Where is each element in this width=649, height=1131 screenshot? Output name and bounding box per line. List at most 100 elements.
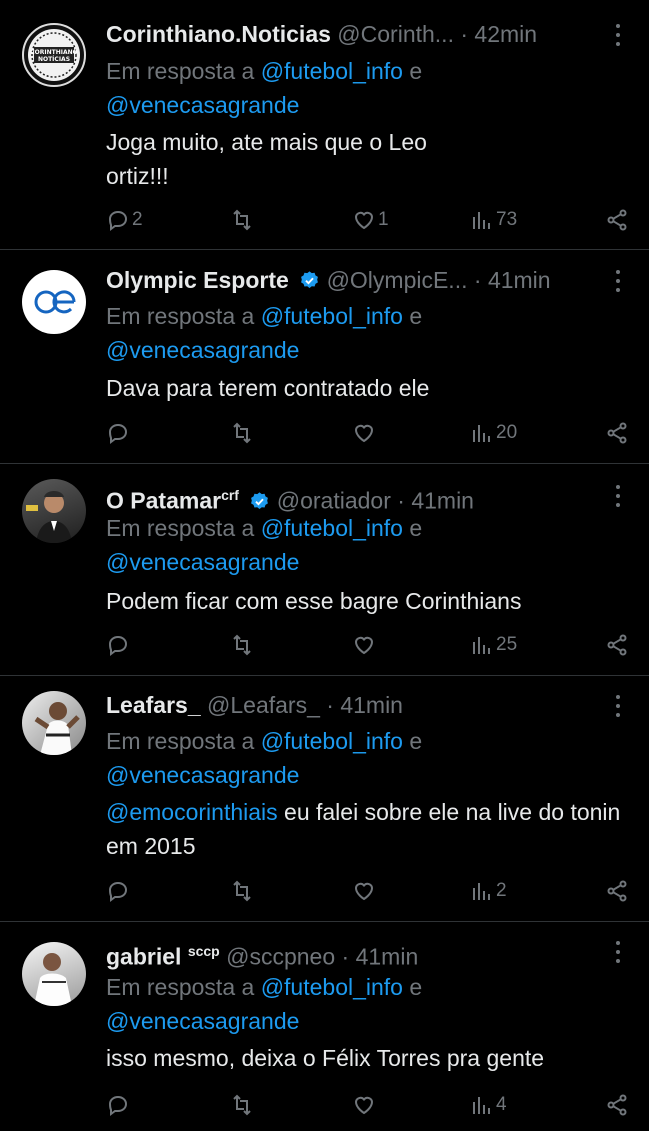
views-button[interactable]: 2 [470, 876, 507, 906]
retweet-button[interactable] [230, 876, 256, 906]
tweet-actions: 2 1 73 [106, 205, 629, 235]
retweet-icon [233, 422, 251, 444]
mention-link[interactable]: @venecasagrande [106, 337, 299, 363]
views-button[interactable]: 25 [470, 630, 517, 660]
views-button[interactable]: 73 [470, 205, 517, 235]
separator-dot: · [341, 943, 350, 970]
share-button[interactable] [605, 418, 629, 448]
timestamp[interactable]: 41min [356, 944, 419, 970]
mention-link[interactable]: @futebol_info [261, 515, 403, 541]
user-handle[interactable]: @Leafars_ [207, 692, 320, 718]
timestamp[interactable]: 41min [488, 267, 551, 293]
tweet-header: Leafars_ @Leafars_ · 41min [106, 690, 609, 720]
views-icon [473, 1097, 490, 1114]
tweet-item[interactable]: Olympic Esporte @OlympicE... · 41min Em … [0, 250, 649, 464]
retweet-button[interactable] [230, 1090, 256, 1120]
separator-dot: · [460, 21, 469, 47]
more-options-icon[interactable] [609, 265, 627, 295]
display-name[interactable]: O Patamar [106, 488, 221, 514]
reply-conjunction: e [409, 58, 423, 84]
user-handle[interactable]: @Corinth... [337, 21, 454, 47]
like-count: 1 [378, 209, 389, 230]
more-options-icon[interactable] [609, 480, 627, 510]
avatar[interactable] [22, 691, 86, 755]
avatar[interactable] [22, 479, 86, 543]
tweet-actions: 20 [106, 418, 629, 448]
avatar[interactable] [22, 270, 86, 334]
heart-icon [354, 424, 374, 443]
mention-link[interactable]: @futebol_info [261, 728, 403, 754]
user-handle[interactable]: @oratiador [277, 488, 391, 514]
display-name[interactable]: Corinthiano.Noticias [106, 21, 331, 47]
views-count: 25 [496, 634, 518, 655]
like-button[interactable] [352, 876, 378, 906]
reply-context: Em resposta a @futebol_info e @venecasag… [106, 970, 629, 1038]
display-name[interactable]: gabriel [106, 944, 181, 970]
mention-link[interactable]: @venecasagrande [106, 549, 299, 575]
mention-link[interactable]: @futebol_info [261, 974, 403, 1000]
more-options-icon[interactable] [609, 936, 627, 966]
views-count: 2 [496, 880, 507, 901]
reply-icon [108, 881, 128, 902]
tweet-item[interactable]: gabriel sccp @sccpneo · 41min Em respost… [0, 922, 649, 1131]
tweet-item[interactable]: O Patamarcrf @oratiador · 41min Em respo… [0, 464, 649, 676]
mention-link[interactable]: @futebol_info [261, 58, 403, 84]
mention-link[interactable]: @venecasagrande [106, 762, 299, 788]
reply-prefix: Em resposta a [106, 303, 255, 329]
reply-button[interactable] [106, 876, 132, 906]
reply-button[interactable] [106, 630, 132, 660]
tweet-actions: 4 [106, 1090, 629, 1120]
retweet-icon [233, 880, 251, 902]
avatar[interactable] [22, 942, 86, 1006]
avatar[interactable]: CORINTHIANO NOTÍCIAS [22, 23, 86, 87]
mention-link[interactable]: @futebol_info [261, 303, 403, 329]
retweet-icon [233, 209, 251, 231]
avatar-logo-text: NOTÍCIAS [38, 55, 70, 63]
share-button[interactable] [605, 205, 629, 235]
share-button[interactable] [605, 876, 629, 906]
share-icon [607, 880, 627, 902]
share-button[interactable] [605, 630, 629, 660]
views-button[interactable]: 20 [470, 418, 517, 448]
like-button[interactable] [352, 630, 378, 660]
mention-link[interactable]: @emocorinthiais [106, 799, 278, 825]
reply-icon [108, 210, 128, 231]
mention-link[interactable]: @venecasagrande [106, 92, 299, 118]
views-button[interactable]: 4 [470, 1090, 507, 1120]
timestamp[interactable]: 41min [411, 488, 474, 514]
reply-icon [108, 1095, 128, 1116]
retweet-button[interactable] [230, 418, 256, 448]
user-handle[interactable]: @sccpneo [226, 944, 335, 970]
tweet-item[interactable]: Leafars_ @Leafars_ · 41min Em resposta a… [0, 676, 649, 922]
tweet-text: Joga muito, ate mais que o Leo ortiz!!! [106, 129, 427, 189]
timestamp[interactable]: 41min [340, 692, 403, 718]
reply-button[interactable] [106, 418, 132, 448]
like-button[interactable] [352, 418, 378, 448]
timestamp[interactable]: 42min [474, 21, 537, 47]
reply-conjunction: e [409, 515, 423, 541]
verified-badge-icon [251, 491, 269, 509]
more-options-icon[interactable] [609, 690, 627, 720]
like-button[interactable]: 1 [352, 205, 389, 235]
like-button[interactable] [352, 1090, 378, 1120]
reply-button[interactable]: 2 [106, 205, 143, 235]
user-photo-icon [34, 953, 72, 1006]
heart-icon [354, 211, 374, 230]
retweet-button[interactable] [230, 205, 256, 235]
separator-dot: · [326, 692, 334, 718]
share-button[interactable] [605, 1090, 629, 1120]
reply-button[interactable] [106, 1090, 132, 1120]
mention-link[interactable]: @venecasagrande [106, 1008, 299, 1034]
tweet-actions: 25 [106, 630, 629, 660]
olympic-esporte-logo-icon [34, 290, 76, 314]
reply-context: Em resposta a @futebol_info e @venecasag… [106, 54, 629, 122]
share-icon [607, 1094, 627, 1116]
retweet-button[interactable] [230, 630, 256, 660]
tweet-item[interactable]: CORINTHIANO NOTÍCIAS Corinthiano.Noticia… [0, 0, 649, 250]
tweet-header: gabriel sccp @sccpneo · 41min [106, 936, 609, 972]
display-name[interactable]: Olympic Esporte [106, 267, 289, 293]
reply-conjunction: e [409, 728, 423, 754]
display-name[interactable]: Leafars_ [106, 692, 201, 718]
more-options-icon[interactable] [609, 19, 627, 49]
user-handle[interactable]: @OlympicE... [327, 267, 468, 293]
